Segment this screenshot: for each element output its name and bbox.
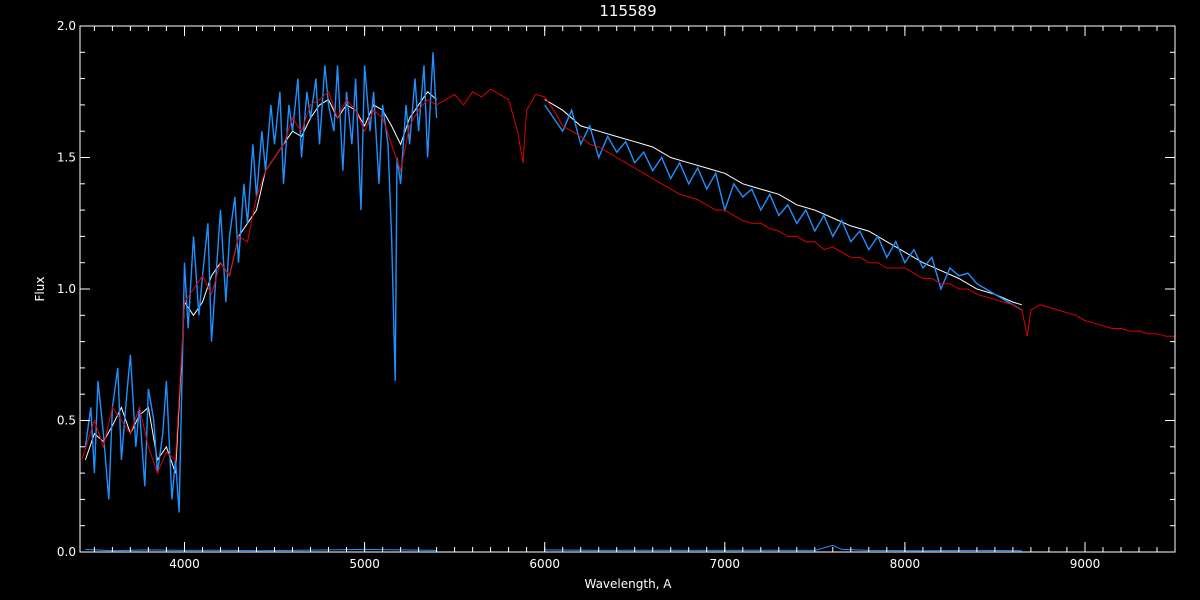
- x-tick-label: 6000: [529, 557, 560, 571]
- y-tick-label: 0.5: [57, 414, 76, 428]
- chart-title: 115589: [599, 2, 656, 20]
- y-tick-label: 1.0: [57, 282, 76, 296]
- x-tick-label: 9000: [1070, 557, 1101, 571]
- y-axis-label: Flux: [33, 277, 47, 302]
- x-tick-label: 7000: [710, 557, 741, 571]
- x-tick-label: 5000: [349, 557, 380, 571]
- x-tick-label: 8000: [890, 557, 921, 571]
- chart-background: [0, 0, 1200, 600]
- y-tick-label: 1.5: [57, 151, 76, 165]
- x-axis-label: Wavelength, A: [584, 577, 672, 591]
- spectrum-chart: 115589 4000 5000 6000 7000 8000 9000 0.0 0.5 1.0…: [0, 0, 1200, 600]
- y-tick-label: 0.0: [57, 545, 76, 559]
- y-tick-label: 2.0: [57, 19, 76, 33]
- x-tick-label: 4000: [169, 557, 200, 571]
